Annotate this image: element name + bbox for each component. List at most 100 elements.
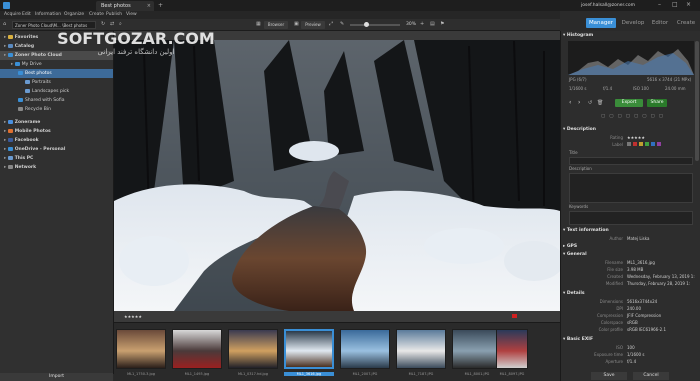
tab-close-icon[interactable]: × [147, 3, 151, 9]
dpi-label: DPI [616, 306, 623, 311]
panel-scrollbar[interactable] [695, 41, 699, 161]
save-button[interactable]: Save [591, 372, 627, 380]
import-button[interactable]: Import [0, 373, 113, 381]
preview-button[interactable]: Preview [301, 21, 325, 29]
browser-icon[interactable]: ▦ [256, 21, 261, 27]
description-header[interactable]: ▾ Description [563, 126, 699, 134]
zoom-slider-handle[interactable] [364, 22, 369, 27]
sidebar-item[interactable]: ▸ Zonerame [0, 118, 113, 127]
next-icon[interactable]: › [578, 99, 580, 106]
sidebar-item-label: Shared with Sofia [25, 98, 65, 103]
close-icon[interactable]: × [686, 1, 691, 8]
filmstrip-thumbnail[interactable] [340, 329, 390, 369]
title-field[interactable] [569, 157, 693, 165]
details-header[interactable]: ▾ Details [563, 290, 699, 298]
sidebar-item[interactable]: Shared with Sofia [0, 96, 113, 105]
quick-actions[interactable]: ▢▢▢▢▢▢▢▢ [601, 114, 667, 119]
prev-icon[interactable]: ‹ [569, 99, 571, 106]
filmstrip-thumbnail[interactable] [396, 329, 446, 369]
folder-icon [7, 34, 13, 39]
folder-icon [18, 70, 23, 75]
delete-icon[interactable]: 🗑 [597, 100, 603, 106]
general-header[interactable]: ▾ General [563, 251, 699, 259]
fullscreen-icon[interactable]: ⤢ [329, 21, 333, 27]
document-tab[interactable]: Best photos × [96, 1, 154, 11]
browser-button[interactable]: Browser [264, 21, 288, 29]
sidebar-item-label: Landscapes pick [32, 89, 70, 94]
sidebar-item[interactable]: ▸ My Drive [0, 60, 113, 69]
sidebar-item[interactable]: ▸ OneDrive - Personal [0, 145, 113, 154]
share-button[interactable]: Share [647, 99, 667, 107]
author-value[interactable]: Matej Liska [627, 236, 649, 241]
filmstrip-thumbnail[interactable] [496, 329, 528, 369]
gps-header[interactable]: ▸ GPS [563, 243, 699, 251]
menu-publish[interactable]: Publish [106, 12, 122, 17]
menu-view[interactable]: View [126, 12, 137, 17]
account-email[interactable]: josef.halsall@zoner.com [581, 3, 635, 8]
description-field[interactable] [569, 173, 693, 203]
photo-rating-stars[interactable]: ★★★★★ [124, 314, 142, 319]
maximize-icon[interactable]: □ [672, 1, 678, 8]
sidebar-item-label: Portraits [32, 80, 51, 85]
flag-icon[interactable]: ⚑ [440, 21, 444, 27]
menu-information[interactable]: Information [35, 12, 61, 17]
search-icon[interactable]: ⌕ [119, 21, 122, 27]
folder-icon [7, 137, 13, 142]
cancel-button[interactable]: Cancel [633, 372, 669, 380]
filmstrip-thumbnail[interactable] [228, 329, 278, 369]
image-viewer[interactable]: ★★★★★ SOFTGOZAR.COM اولین دانشگاه ترفند … [57, 29, 560, 322]
histogram-header[interactable]: ▾ Histogram [563, 32, 699, 40]
path-field[interactable]: Zoner Photo Cloud\M... \Best photos [12, 21, 96, 29]
sidebar-item[interactable]: ▸ Facebook [0, 136, 113, 145]
preview-icon[interactable]: ▣ [294, 21, 299, 27]
file-type: JPG (6/7) [569, 77, 587, 82]
sidebar-item[interactable]: Landscapes pick [0, 87, 113, 96]
tab-create[interactable]: Create [673, 18, 699, 28]
filmstrip-thumbnail[interactable] [284, 329, 334, 369]
watermark-text: SOFTGOZAR.COM [57, 29, 215, 48]
tab-manager[interactable]: Manager [586, 18, 616, 28]
text-info-header[interactable]: ▾ Text information [563, 227, 699, 235]
rotate-icon[interactable]: ↺ [588, 100, 592, 106]
back-icon[interactable]: ⌂ [3, 21, 6, 27]
color-label-red[interactable] [512, 314, 517, 318]
sidebar-item-label: OneDrive - Personal [14, 147, 66, 152]
navigator-sidebar: ▸ Favorites ▸ Catalog ▸ Zoner Photo Cloud ▸… [0, 31, 114, 381]
sidebar-item[interactable]: Best photos [0, 69, 113, 78]
zoom-in-icon[interactable]: + [420, 21, 424, 27]
sidebar-item[interactable]: ▸ Mobile Photos [0, 127, 113, 136]
menu-acquire[interactable]: Acquire [4, 12, 21, 17]
sidebar-item[interactable]: ▸ This PC [0, 154, 113, 163]
sidebar-item[interactable]: ▸ Network [0, 163, 113, 172]
zoom-slider[interactable] [350, 22, 400, 27]
filmstrip-thumbnail[interactable] [116, 329, 166, 369]
sidebar-item[interactable]: Portraits [0, 78, 113, 87]
grid-icon[interactable]: ▤ [430, 21, 435, 27]
color-labels[interactable] [627, 142, 661, 146]
refresh-icon[interactable]: ↻ [101, 21, 105, 27]
sidebar-item-label: My Drive [21, 62, 42, 67]
tab-editor[interactable]: Editor [648, 18, 672, 28]
basic-exif-header[interactable]: ▾ Basic EXIF [563, 336, 699, 344]
folder-icon [7, 119, 13, 124]
dpi-value: 240.00 [627, 306, 641, 311]
folder-icon [25, 88, 30, 93]
menu-edit[interactable]: Edit [22, 12, 31, 17]
menu-create[interactable]: Create [89, 12, 104, 17]
filmstrip-thumbnail[interactable] [172, 329, 222, 369]
filmstrip-thumbnail[interactable] [452, 329, 502, 369]
export-button[interactable]: Export [615, 99, 643, 107]
tab-develop[interactable]: Develop [620, 18, 646, 28]
sidebar-item-label: Facebook [14, 138, 39, 143]
menu-organize[interactable]: Organize [64, 12, 84, 17]
sidebar-item[interactable]: Recycle Bin [0, 105, 113, 114]
brush-icon[interactable]: ✎ [340, 21, 344, 27]
thumbnail-caption: ML1_0317.hd.jpg [238, 372, 268, 376]
colorprofile-label: Color profile [598, 327, 623, 332]
rating-stars[interactable]: ★★★★★ [627, 135, 645, 140]
keywords-field[interactable] [569, 211, 693, 225]
new-tab-icon[interactable]: + [158, 2, 163, 9]
sync-icon[interactable]: ⇄ [110, 21, 114, 27]
minimize-icon[interactable]: – [658, 1, 661, 8]
gps-label: GPS [566, 244, 578, 249]
